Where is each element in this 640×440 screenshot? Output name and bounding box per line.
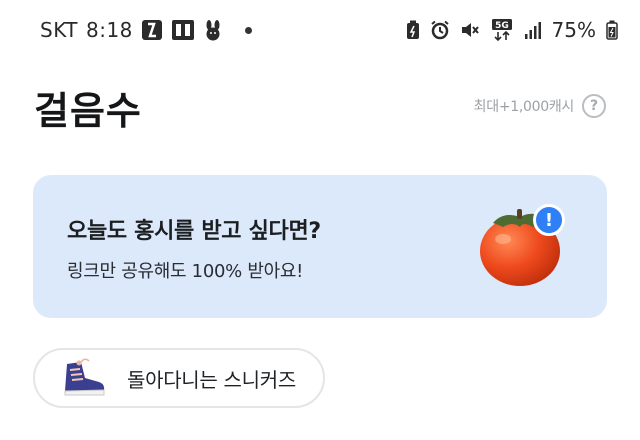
rabbit-icon	[203, 19, 223, 41]
carrier-label: SKT	[40, 18, 78, 42]
signal-icon	[524, 20, 542, 40]
sneaker-icon	[64, 358, 105, 396]
mute-icon	[460, 20, 480, 40]
status-bar: SKT 8:18 5G 75%	[0, 0, 640, 62]
status-right: 5G 75%	[406, 18, 618, 42]
clock-time: 8:18	[85, 18, 133, 42]
banner-subtitle: 링크만 공유해도 100% 받아요!	[67, 261, 304, 282]
sneakers-button[interactable]: 돌아다니는 스니커즈	[33, 348, 325, 408]
battery-percent: 75%	[551, 18, 596, 42]
app-icon	[141, 19, 163, 41]
battery-icon	[606, 20, 618, 40]
page-title: 걸음수	[34, 89, 142, 133]
help-icon[interactable]: ?	[582, 94, 606, 118]
battery-saver-icon	[406, 20, 420, 40]
alert-badge-icon: !	[533, 204, 565, 236]
max-reward-text: 최대+1,000캐시	[473, 99, 575, 115]
alarm-icon	[430, 20, 450, 40]
banner-title: 오늘도 홍시를 받고 싶다면?	[67, 219, 321, 244]
chip-label: 돌아다니는 스니커즈	[127, 367, 296, 392]
status-left: SKT 8:18	[40, 18, 252, 42]
5g-icon: 5G	[490, 18, 514, 42]
app-icon-2	[171, 19, 195, 41]
share-banner[interactable]: 오늘도 홍시를 받고 싶다면? 링크만 공유해도 100% 받아요! !	[33, 175, 607, 318]
svg-text:5G: 5G	[495, 21, 509, 31]
notification-dot	[244, 26, 252, 34]
max-reward-info[interactable]: 최대+1,000캐시 ?	[474, 94, 606, 118]
